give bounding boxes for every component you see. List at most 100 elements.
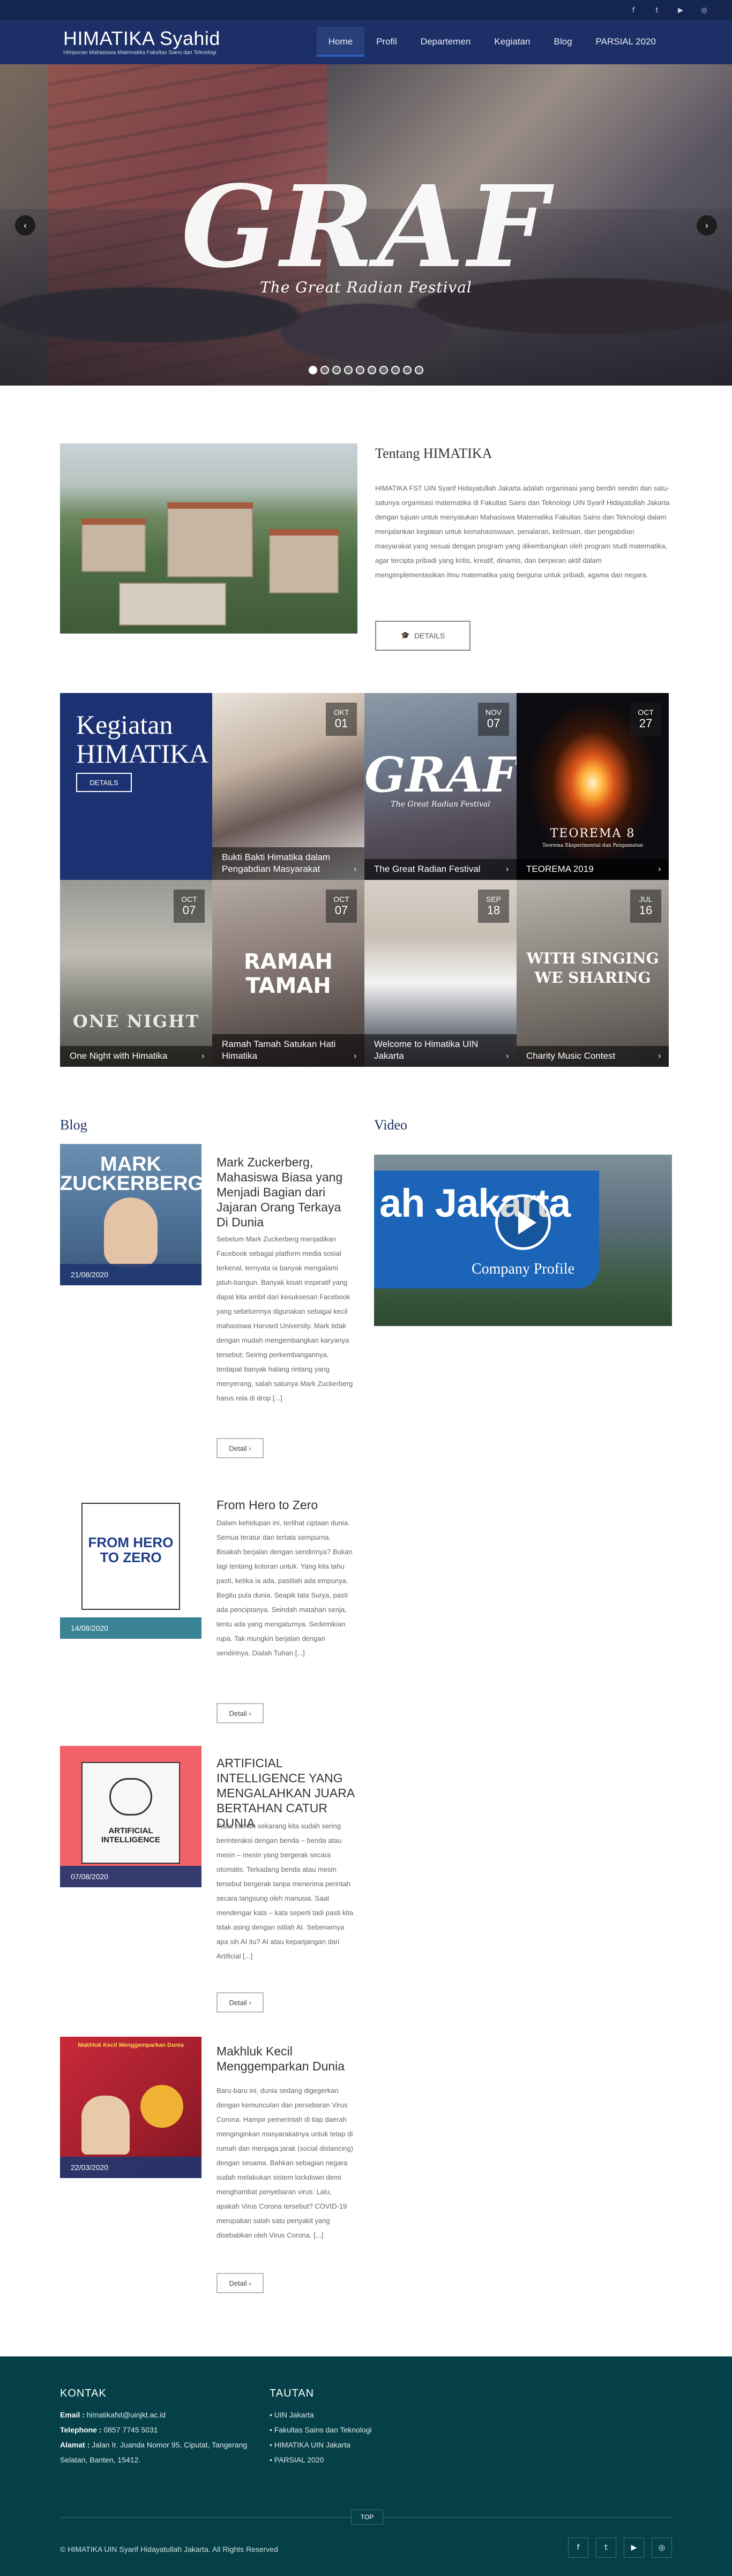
kegiatan-card[interactable]: GRAF The Great Radian Festival NOV 07 The… <box>364 693 517 880</box>
post-detail-button[interactable]: Detail › <box>216 1992 264 2013</box>
about-details-button[interactable]: 🎓 DETAILS <box>375 621 470 651</box>
about-text: HIMATIKA FST UIN Syarif Hidayatullah Jak… <box>375 484 670 579</box>
card-date: OCT 07 <box>326 890 357 923</box>
hero-slider: GRAF The Great Radian Festival ‹ › <box>0 64 732 386</box>
slider-dot[interactable] <box>415 366 423 374</box>
card-caption: Ramah Tamah Satukan Hati Himatika › <box>212 1034 364 1067</box>
footer-tautan-title: TAUTAN <box>270 2387 315 2399</box>
footer-link-fst[interactable]: • Fakultas Sains dan Teknologi <box>270 2422 372 2437</box>
slider-dot[interactable] <box>309 366 317 374</box>
facebook-icon[interactable]: f <box>627 4 640 17</box>
post-date: 21/08/2020 <box>60 1264 201 1285</box>
slider-prev-button[interactable]: ‹ <box>15 215 35 236</box>
chevron-right-icon: › <box>353 1051 357 1061</box>
post-title[interactable]: From Hero to Zero <box>216 1497 356 1512</box>
brand[interactable]: HIMATIKA Syahid Himpunan Mahasiswa Matem… <box>63 28 220 56</box>
top-social-links: f t ▶ ◎ <box>627 4 711 17</box>
slider-dot[interactable] <box>356 366 364 374</box>
video-section-title: Video <box>374 1117 407 1133</box>
kegiatan-card[interactable]: WITH SINGING WE SHARING JUL 16 Charity Mu… <box>517 880 669 1067</box>
footer-address: Alamat : Jalan Ir. Juanda Nomor 95, Cipu… <box>60 2441 248 2449</box>
card-caption: The Great Radian Festival › <box>364 859 517 880</box>
kegiatan-card[interactable]: TEOREMA 8 Teorema Eksperimental dan Peng… <box>517 693 669 880</box>
card-date: OKT 01 <box>326 703 357 736</box>
nav-departemen[interactable]: Departemen <box>409 27 483 57</box>
footer-address-line2: Selatan, Banten, 15412. <box>60 2456 141 2464</box>
post-detail-button[interactable]: Detail › <box>216 1703 264 1723</box>
campus-roof <box>81 518 146 525</box>
youtube-icon[interactable]: ▶ <box>624 2537 644 2558</box>
about-title: Tentang HIMATIKA <box>375 446 492 461</box>
footer-link-himatika[interactable]: • HIMATIKA UIN Jakarta <box>270 2437 350 2452</box>
kegiatan-title: Kegiatan HIMATIKA <box>76 710 209 769</box>
play-button-icon[interactable] <box>495 1194 551 1250</box>
footer-email: Email : himatikafst@uinjkt.ac.id <box>60 2411 166 2419</box>
post-thumbnail[interactable]: MARK ZUCKERBERG 21/08/2020 <box>60 1144 201 1285</box>
post-title[interactable]: Mark Zuckerberg, Mahasiswa Biasa yang Me… <box>216 1155 356 1230</box>
campus-roof <box>269 529 339 536</box>
main-nav: Home Profil Departemen Kegiatan Blog PAR… <box>316 27 668 57</box>
footer-copyright: © HIMATIKA UIN Syarif Hidayatullah Jakar… <box>60 2545 278 2554</box>
slider-dot[interactable] <box>332 366 341 374</box>
chevron-right-icon: › <box>658 1051 661 1061</box>
card-caption: Charity Music Contest › <box>517 1046 669 1067</box>
slider-dot[interactable] <box>320 366 329 374</box>
ramah-overlay: RAMAH <box>244 950 333 974</box>
post-title[interactable]: Makhluk Kecil Menggemparkan Dunia <box>216 2044 356 2074</box>
card-date: SEP 18 <box>478 890 509 923</box>
post-image-text: ARTIFICIAL INTELLIGENCE <box>101 1826 160 1844</box>
back-to-top-button[interactable]: TOP <box>351 2510 383 2525</box>
kegiatan-card[interactable]: RAMAH TAMAH OCT 07 Ramah Tamah Satukan Ha… <box>212 880 364 1067</box>
video-player[interactable]: ah Jakarta Company Profile <box>374 1155 672 1326</box>
post-image-text: FROM HERO TO ZERO <box>88 1534 174 1565</box>
footer-link-parsial[interactable]: • PARSIAL 2020 <box>270 2452 324 2467</box>
tamah-overlay: TAMAH <box>245 974 331 998</box>
hero-subheadline: The Great Radian Festival <box>260 278 472 296</box>
kegiatan-card[interactable]: ONE NIGHT OCT 07 One Night with Himatika › <box>60 880 212 1067</box>
instagram-icon[interactable]: ◎ <box>698 4 711 17</box>
campus-building <box>81 524 146 572</box>
nav-kegiatan[interactable]: Kegiatan <box>482 27 542 57</box>
slider-dot[interactable] <box>391 366 400 374</box>
twitter-icon[interactable]: t <box>596 2537 616 2558</box>
campus-roof <box>167 502 253 509</box>
kegiatan-details-button[interactable]: DETAILS <box>76 773 132 792</box>
kegiatan-card[interactable]: OKT 01 Bukti Bakti Himatika dalam Pengabd… <box>212 693 364 880</box>
video-caption: Company Profile <box>471 1261 575 1277</box>
site-title[interactable]: HIMATIKA Syahid <box>63 28 220 49</box>
nav-profil[interactable]: Profil <box>364 27 409 57</box>
chevron-right-icon: › <box>505 864 509 874</box>
post-date: 07/08/2020 <box>60 1866 201 1887</box>
brain-icon <box>109 1778 152 1816</box>
footer-link-uin[interactable]: • UIN Jakarta <box>270 2407 314 2422</box>
twitter-icon[interactable]: t <box>651 4 663 17</box>
post-thumbnail[interactable]: ARTIFICIAL INTELLIGENCE 07/08/2020 <box>60 1746 201 1887</box>
facebook-icon[interactable]: f <box>568 2537 588 2558</box>
footer-email-value[interactable]: himatikafst@uinjkt.ac.id <box>87 2411 166 2419</box>
campus-aerial-image <box>60 443 357 634</box>
chevron-right-icon: › <box>201 1051 205 1061</box>
post-thumbnail[interactable]: Makhluk Kecil Menggemparkan Dunia 22/03/… <box>60 2037 201 2178</box>
graduation-cap-icon: 🎓 <box>400 631 410 640</box>
card-caption: Welcome to Himatika UIN Jakarta › <box>364 1034 517 1067</box>
we-sharing-overlay: WE SHARING <box>534 969 651 986</box>
nav-parsial-2020[interactable]: PARSIAL 2020 <box>584 27 668 57</box>
slider-dot[interactable] <box>379 366 388 374</box>
with-singing-overlay: WITH SINGING <box>526 950 659 967</box>
nav-home[interactable]: Home <box>316 27 365 57</box>
post-thumbnail[interactable]: FROM HERO TO ZERO 14/08/2020 <box>60 1497 201 1639</box>
slider-dot[interactable] <box>368 366 376 374</box>
slider-dot[interactable] <box>403 366 412 374</box>
kegiatan-card[interactable]: SEP 18 Welcome to Himatika UIN Jakarta › <box>364 880 517 1067</box>
chevron-right-icon: › <box>505 1051 509 1061</box>
post-detail-button[interactable]: Detail › <box>216 2273 264 2293</box>
nav-blog[interactable]: Blog <box>542 27 584 57</box>
post-image-text: Makhluk Kecil Menggemparkan Dunia <box>78 2042 184 2048</box>
slider-dot[interactable] <box>344 366 353 374</box>
post-detail-button[interactable]: Detail › <box>216 1438 264 1458</box>
hero-headline: GRAF <box>181 161 551 293</box>
slider-next-button[interactable]: › <box>697 215 717 236</box>
instagram-icon[interactable]: ◎ <box>652 2537 672 2558</box>
site-header: HIMATIKA Syahid Himpunan Mahasiswa Matem… <box>0 20 732 64</box>
youtube-icon[interactable]: ▶ <box>674 4 687 17</box>
